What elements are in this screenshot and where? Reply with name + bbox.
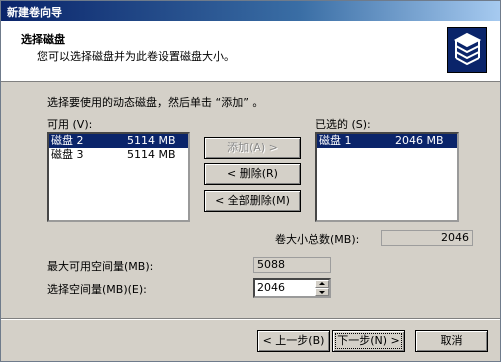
available-row-disk3[interactable]: 磁盘 3 5114 MB: [49, 148, 188, 162]
select-space-value[interactable]: 2046: [257, 281, 285, 294]
max-space-label: 最大可用空间量(MB):: [47, 260, 154, 273]
up-arrow-icon[interactable]: [315, 280, 329, 288]
disk-size: 2046 MB: [395, 134, 444, 147]
selected-row-disk1[interactable]: 磁盘 1 2046 MB: [317, 134, 457, 148]
disk-size: 5114 MB: [127, 148, 176, 161]
selected-label: 已选的 (S):: [315, 118, 371, 131]
back-button[interactable]: < 上一步(B): [257, 330, 330, 352]
new-volume-wizard-window: 新建卷向导 选择磁盘 您可以选择磁盘并为此卷设置磁盘大小。 选择要使用的动态磁盘…: [0, 0, 501, 362]
footer-separator: [1, 318, 500, 320]
next-button[interactable]: 下一步(N) >: [332, 330, 405, 352]
disk-name: 磁盘 2: [51, 134, 84, 147]
header-title: 选择磁盘: [21, 33, 65, 46]
available-row-disk2[interactable]: 磁盘 2 5114 MB: [49, 134, 188, 148]
total-size-value: 2046: [381, 230, 473, 246]
total-size-label: 卷大小总数(MB):: [275, 233, 360, 246]
remove-all-button[interactable]: < 全部删除(M): [204, 190, 301, 212]
title-bar[interactable]: 新建卷向导: [1, 1, 500, 21]
disk-stack-icon: [447, 27, 487, 73]
select-space-stepper[interactable]: 2046: [253, 278, 331, 298]
max-space-value: 5088: [253, 257, 331, 273]
disk-name: 磁盘 3: [51, 148, 84, 161]
header-subtitle: 您可以选择磁盘并为此卷设置磁盘大小。: [37, 50, 235, 63]
add-button[interactable]: 添加(A) >: [204, 137, 301, 159]
instruction-text: 选择要使用的动态磁盘，然后单击 “添加” 。: [47, 96, 264, 109]
down-arrow-icon[interactable]: [315, 288, 329, 296]
remove-button[interactable]: < 删除(R): [204, 163, 301, 185]
disk-size: 5114 MB: [127, 134, 176, 147]
cancel-button[interactable]: 取消: [415, 330, 488, 352]
window-title: 新建卷向导: [7, 6, 62, 19]
select-space-label: 选择空间量(MB)(E):: [47, 283, 147, 296]
selected-disks-list[interactable]: 磁盘 1 2046 MB: [315, 132, 459, 222]
stepper-arrows: [315, 280, 329, 296]
disk-name: 磁盘 1: [319, 134, 352, 147]
available-label: 可用 (V):: [47, 118, 93, 131]
available-disks-list[interactable]: 磁盘 2 5114 MB 磁盘 3 5114 MB: [47, 132, 190, 222]
wizard-header: 选择磁盘 您可以选择磁盘并为此卷设置磁盘大小。: [1, 21, 500, 82]
